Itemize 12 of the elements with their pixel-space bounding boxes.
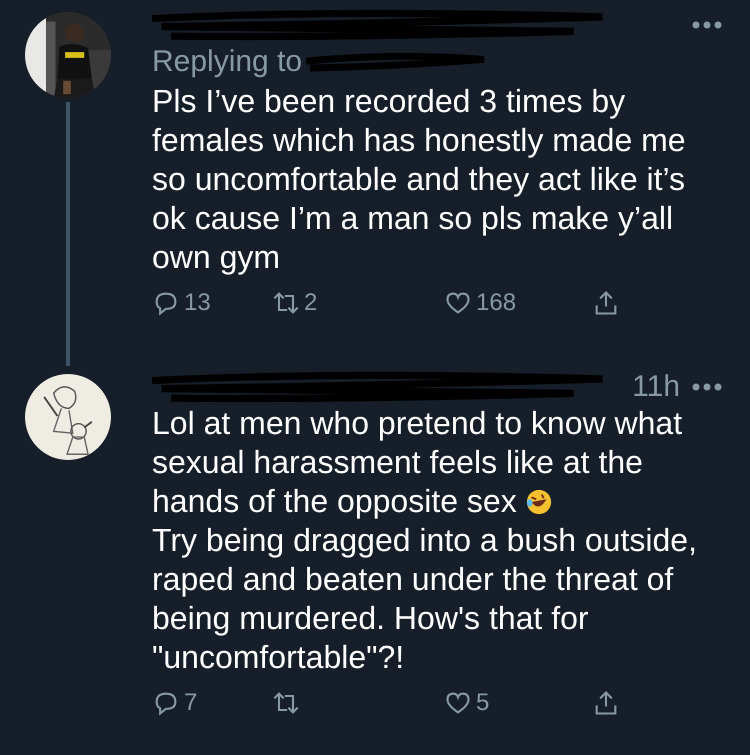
like-count: 168 — [476, 289, 516, 317]
tweet-text: Try being dragged into a bush outside, raped and beaten under the threat of being murdered. How's that for "uncomfortable"?! — [152, 522, 697, 675]
reply-count: 13 — [184, 289, 211, 317]
retweet-count: 2 — [304, 289, 318, 317]
more-icon[interactable] — [692, 383, 722, 391]
reply-count: 7 — [184, 689, 198, 717]
replying-to-label: Replying to — [152, 45, 302, 79]
more-icon[interactable] — [692, 21, 722, 29]
tweet-time: 11h — [632, 370, 680, 404]
like-count: 5 — [476, 689, 490, 717]
tweet-text: Lol at men who pretend to know what sexual harassment feels like at the hands of the opposite sex — [152, 405, 682, 519]
tweet-text: Pls I’ve been recorded 3 times by females which has honestly made me so uncomfortable and they act like it’s ok cause I’m a man so pls make y’all own gym — [152, 83, 686, 275]
